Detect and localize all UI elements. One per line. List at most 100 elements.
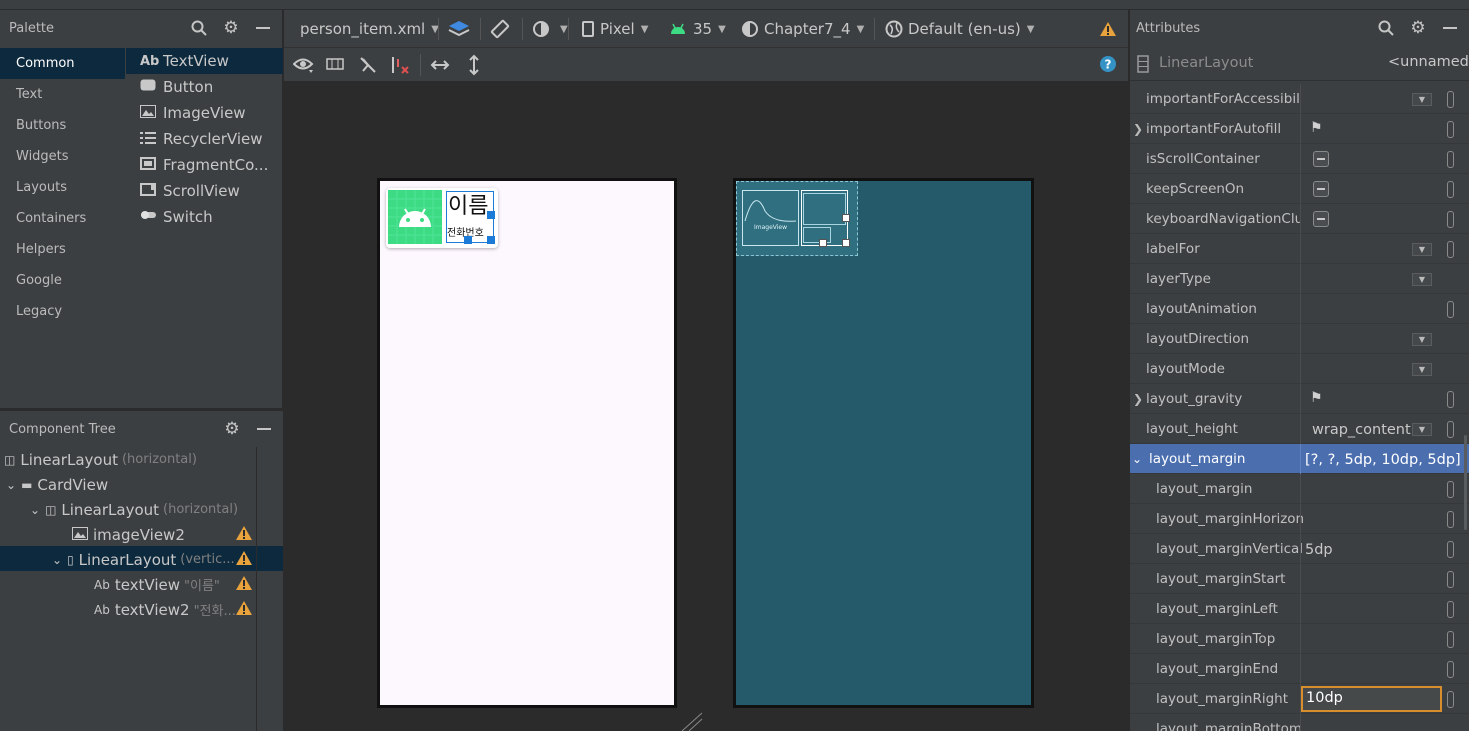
attr-row[interactable]: keyboardNavigationClus... [1130, 204, 1469, 234]
widget-recyclerview[interactable]: RecyclerView [126, 126, 283, 152]
widget-switch[interactable]: Switch [126, 204, 283, 230]
dropdown-icon[interactable]: ▼ [1412, 333, 1432, 346]
attr-row[interactable]: layout_marginEnd [1130, 654, 1469, 684]
pin-icon[interactable] [1447, 571, 1454, 588]
pin-icon[interactable] [1447, 211, 1454, 228]
horizontal-expand-icon[interactable] [430, 55, 450, 79]
tree-node-linearlayout-vertical[interactable]: ⌄ ▯ LinearLayout (vertic... [52, 547, 235, 572]
pin-icon[interactable] [1447, 601, 1454, 618]
warning-icon[interactable] [1099, 10, 1117, 48]
chevron-down-icon[interactable]: ⌄ [6, 478, 16, 492]
blueprint-preview[interactable]: ImageView [733, 178, 1034, 708]
warning-icon[interactable] [235, 550, 253, 566]
pin-icon[interactable] [1447, 631, 1454, 648]
pin-icon[interactable] [1447, 121, 1454, 138]
pin-icon[interactable] [1447, 391, 1454, 408]
chevron-right-icon[interactable]: ❯ [1133, 114, 1143, 144]
palette-category[interactable]: Buttons [0, 110, 125, 141]
attr-row-selected[interactable]: ⌄ layout_margin [?, ?, 5dp, 10dp, 5dp] [1130, 444, 1469, 474]
pin-icon[interactable] [1447, 481, 1454, 498]
pin-icon[interactable] [1447, 241, 1454, 258]
minimize-icon[interactable] [1440, 18, 1460, 38]
autoconnect-off-icon[interactable] [358, 55, 378, 79]
margin-right-input[interactable]: 10dp [1301, 686, 1442, 712]
attr-row[interactable]: layout_marginTop [1130, 624, 1469, 654]
vertical-layout-selection[interactable]: 이름 전화번호 [446, 191, 495, 244]
minimize-icon[interactable] [254, 419, 274, 439]
blueprint-imageview[interactable]: ImageView [742, 190, 799, 246]
imageview-preview[interactable] [388, 190, 442, 244]
widget-scrollview[interactable]: ScrollView [126, 178, 283, 204]
attr-row[interactable]: isScrollContainer [1130, 144, 1469, 174]
help-icon[interactable]: ? [1100, 56, 1116, 76]
palette-category[interactable]: Legacy [0, 296, 125, 327]
eye-icon[interactable] [292, 56, 315, 78]
widget-imageview[interactable]: ImageView [126, 100, 283, 126]
warning-icon[interactable] [235, 600, 253, 616]
attr-row[interactable]: layerType ▼ [1130, 264, 1469, 294]
component-id[interactable]: <unnamed> [1388, 54, 1469, 70]
attr-value[interactable]: wrap_content [1312, 414, 1411, 444]
attr-value[interactable]: 5dp [1305, 534, 1333, 564]
palette-category[interactable]: Helpers [0, 234, 125, 265]
chevron-down-icon[interactable]: ⌄ [52, 553, 62, 567]
blueprint-cardview[interactable]: ImageView [736, 181, 858, 256]
tree-node-cardview[interactable]: ⌄ ▬ CardView [6, 472, 108, 497]
search-icon[interactable] [189, 18, 209, 38]
gear-icon[interactable]: ⚙ [222, 419, 242, 439]
attr-row[interactable]: layout_marginRight 10dp [1130, 684, 1469, 714]
tree-node-textview[interactable]: Ab textView "이름" [94, 572, 220, 597]
layers-icon[interactable] [448, 10, 470, 48]
canvas-resize-icon[interactable] [680, 712, 704, 731]
design-preview[interactable]: 이름 전화번호 [377, 178, 677, 708]
resize-handle[interactable] [464, 236, 472, 244]
pin-icon[interactable] [1447, 691, 1454, 708]
attr-row[interactable]: layout_marginStart [1130, 564, 1469, 594]
pin-icon[interactable] [1447, 301, 1454, 318]
attr-row[interactable]: layout_margin [1130, 474, 1469, 504]
widget-button[interactable]: Button [126, 74, 283, 100]
resize-handle[interactable] [842, 239, 850, 247]
pin-icon[interactable] [1447, 661, 1454, 678]
tristate-checkbox[interactable] [1313, 151, 1329, 167]
palette-category[interactable]: Layouts [0, 172, 125, 203]
chevron-right-icon[interactable]: ❯ [1133, 384, 1143, 414]
tree-node-imageview2[interactable]: imageView2 [72, 522, 185, 547]
resize-handle[interactable] [819, 239, 827, 247]
blueprint-textview[interactable] [803, 193, 846, 225]
attr-row[interactable]: layout_marginBottom [1130, 714, 1469, 731]
palette-category[interactable]: Google [0, 265, 125, 296]
pin-icon[interactable] [1447, 421, 1454, 438]
pin-icon[interactable] [1447, 181, 1454, 198]
flag-icon[interactable]: ⚑ [1310, 390, 1323, 406]
attr-row[interactable]: ❯ importantForAutofill ⚑ [1130, 114, 1469, 144]
attr-row[interactable]: layout_height wrap_content ▼ [1130, 414, 1469, 444]
dropdown-icon[interactable]: ▼ [1412, 243, 1432, 256]
attr-row[interactable]: ❯ layout_gravity ⚑ [1130, 384, 1469, 414]
warning-icon[interactable] [235, 525, 253, 541]
attr-row[interactable]: layout_marginHorizont... [1130, 504, 1469, 534]
palette-category[interactable]: Common [0, 48, 125, 79]
dropdown-icon[interactable]: ▼ [1412, 273, 1432, 286]
tree-node-linearlayout-root[interactable]: ◫ LinearLayout (horizontal) [4, 447, 197, 472]
pin-icon[interactable] [1447, 511, 1454, 528]
attr-row[interactable]: keepScreenOn [1130, 174, 1469, 204]
attr-row[interactable]: labelFor ▼ [1130, 234, 1469, 264]
resize-handle[interactable] [842, 214, 850, 222]
device-selector[interactable]: Pixel ▼ [582, 10, 648, 48]
widget-fragmentcontainer[interactable]: FragmentCo... [126, 152, 283, 178]
resize-handle[interactable] [487, 236, 495, 244]
clear-constraints-icon[interactable] [390, 55, 412, 79]
margins-icon[interactable] [326, 57, 344, 75]
attr-row[interactable]: layout_marginVertical 5dp [1130, 534, 1469, 564]
cardview-preview[interactable]: 이름 전화번호 [386, 188, 498, 248]
warning-icon[interactable] [235, 575, 253, 591]
locale-selector[interactable]: Default (en-us) ▼ [885, 10, 1034, 48]
attr-row[interactable]: importantForAccessibility ▼ [1130, 84, 1469, 114]
tristate-checkbox[interactable] [1313, 211, 1329, 227]
pin-icon[interactable] [1447, 541, 1454, 558]
chevron-down-icon[interactable]: ⌄ [30, 503, 40, 517]
flag-icon[interactable]: ⚑ [1310, 120, 1323, 136]
search-icon[interactable] [1376, 18, 1396, 38]
resize-handle[interactable] [487, 211, 495, 219]
